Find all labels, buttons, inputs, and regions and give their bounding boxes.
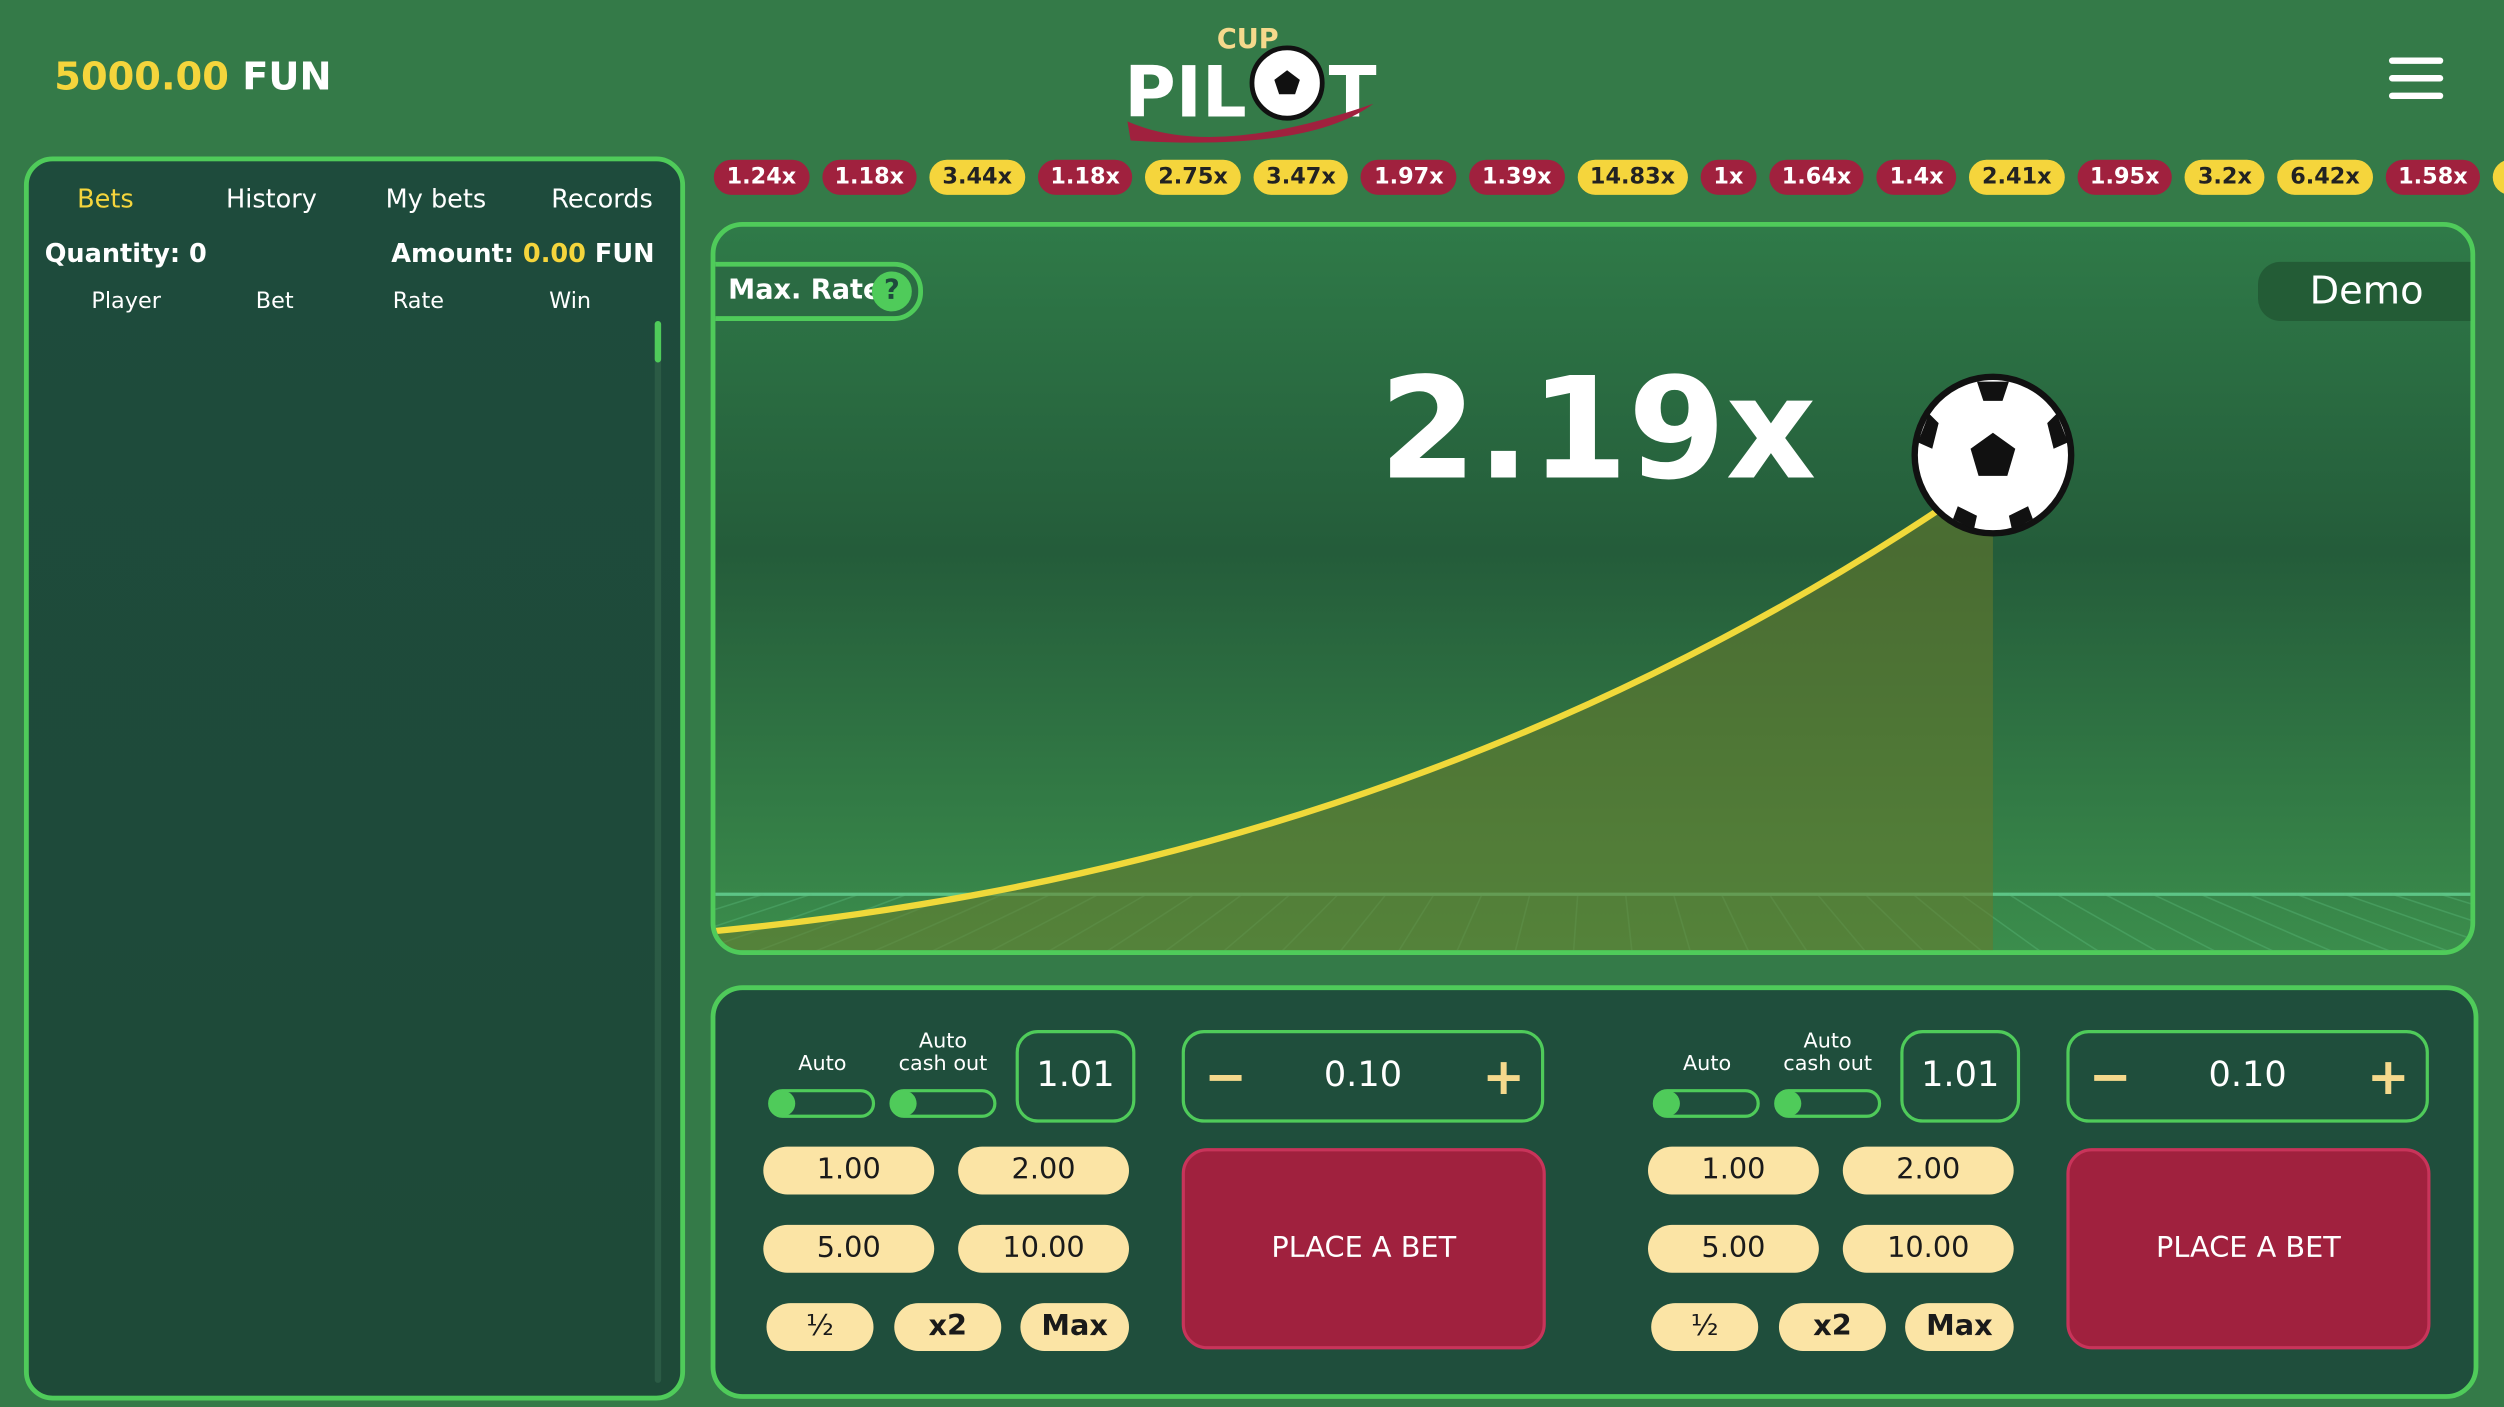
auto-label: Auto [1682,1052,1732,1077]
balance: 5000.00 FUN [54,54,332,100]
history-multiplier-chip: 1.58x [2385,159,2481,195]
help-icon[interactable]: ? [871,271,912,312]
quantity: Quantity: 0 [44,237,207,269]
bets-panel: Bets History My bets Records Quantity: 0… [23,156,686,1401]
history-multiplier-chip: 1.39x [1469,159,1565,195]
quick-bet-button[interactable]: 1.00 [1648,1146,1819,1195]
history-multiplier-chip: 1.24x [713,159,809,195]
tab-history[interactable]: History [226,184,317,214]
grid-line [2439,893,2471,905]
menu-button[interactable] [2388,57,2444,100]
history-multiplier-chip: 2.75x [1145,159,1241,195]
history-multiplier-chip: 1.64x [1768,159,1865,195]
quick-bet-button[interactable]: 10.00 [958,1224,1130,1273]
history-multiplier-chip: 1x [1700,159,1757,195]
current-multiplier: 2.19x [1378,346,1817,512]
auto-toggle[interactable] [1652,1089,1760,1118]
grid-line [2008,893,2099,951]
cashout-input[interactable]: 1.01 [1900,1030,2021,1123]
quick-bet-button[interactable]: 5.00 [1648,1224,1819,1273]
grid-line [2104,893,2215,951]
bet-amount-input[interactable]: 0.10 [2209,1056,2287,1096]
tab-records[interactable]: Records [551,184,653,214]
history-multiplier-chip: 3.44x [929,159,1025,195]
game-screen: 5000.00 FUN CUP PIL T Bets History My be… [0,0,2504,1407]
grid-line [2056,893,2157,951]
max-bet-button[interactable]: Max [1020,1303,1130,1351]
cup-pilot-logo: CUP PIL T [1124,24,1377,143]
bet-amount-stepper[interactable]: − 0.10 + [2066,1030,2429,1123]
auto-cashout-label: Auto cash out [898,1030,988,1077]
minus-icon[interactable]: − [2089,1033,2132,1119]
multiplier-history: 1.24x 1.18x 3.44x 1.18x 2.75x 3.47x 1.97x 1.39x… [713,159,2504,195]
history-multiplier-chip: 1.97x [1361,159,1457,195]
column-bet: Bet [255,289,294,315]
scrollbar-track[interactable] [654,320,662,1383]
auto-toggle[interactable] [768,1089,876,1118]
place-bet-button[interactable]: PLACE A BET [2066,1148,2431,1350]
history-multiplier-chip: 1.4x [1876,159,1957,195]
auto-cashout-toggle[interactable] [1774,1089,1882,1118]
quick-bet-button[interactable]: 2.00 [958,1146,1130,1195]
flight-graph [715,373,2471,951]
tab-my-bets[interactable]: My bets [386,184,487,214]
tab-bets[interactable]: Bets [77,184,134,214]
history-multiplier-chip: 14.83x [1577,159,1688,195]
plus-icon[interactable]: + [1482,1033,1525,1119]
double-bet-button[interactable]: x2 [1778,1303,1886,1351]
bet-controls: Auto Auto cash out 1.01 − 0.10 + 1.00 2.… [710,985,2479,1399]
quick-bet-button[interactable]: 10.00 [1842,1224,2014,1273]
history-multiplier-chip: 1.18x [821,159,917,195]
double-bet-button[interactable]: x2 [894,1303,1002,1351]
quick-bet-button[interactable]: 1.00 [763,1146,935,1195]
auto-cashout-label: Auto cash out [1783,1030,1873,1077]
bet-amount-input[interactable]: 0.10 [1324,1056,1402,1096]
column-rate: Rate [392,289,445,315]
curve-fill [715,511,1993,951]
history-multiplier-chip: 1.95x [2077,159,2173,195]
history-multiplier-chip: 2.03x [2493,159,2504,195]
grid-line [2343,893,2471,940]
column-player: Player [91,289,161,315]
half-bet-button[interactable]: ½ [766,1303,874,1351]
quick-bet-button[interactable]: 2.00 [1842,1146,2014,1195]
game-area: Max. Rate? Demo 2.19x [710,221,2476,955]
svg-text:PIL: PIL [1124,52,1246,134]
place-bet-button[interactable]: PLACE A BET [1181,1148,1546,1350]
bet-amount-stepper[interactable]: − 0.10 + [1181,1030,1545,1123]
plus-icon[interactable]: + [2367,1033,2410,1119]
history-multiplier-chip: 3.2x [2185,159,2265,195]
history-multiplier-chip: 3.47x [1253,159,1349,195]
quick-bet-button[interactable]: 5.00 [763,1224,935,1273]
max-bet-button[interactable]: Max [1905,1303,2014,1351]
half-bet-button[interactable]: ½ [1651,1303,1759,1351]
grid-line [2200,893,2332,951]
history-multiplier-chip: 6.42x [2277,159,2373,195]
history-multiplier-chip: 2.41x [1969,159,2065,195]
max-rate-badge[interactable]: Max. Rate? [715,261,924,321]
history-multiplier-chip: 1.18x [1037,159,1133,195]
cashout-input[interactable]: 1.01 [1015,1030,1136,1123]
column-win: Win [549,289,592,315]
minus-icon[interactable]: − [1204,1033,1247,1119]
auto-label: Auto [798,1052,847,1077]
auto-cashout-toggle[interactable] [889,1089,997,1118]
demo-badge: Demo [2258,261,2471,321]
amount: Amount: 0.00 FUN [391,237,655,269]
grid-line [2248,893,2390,951]
scrollbar-thumb[interactable] [654,320,662,363]
